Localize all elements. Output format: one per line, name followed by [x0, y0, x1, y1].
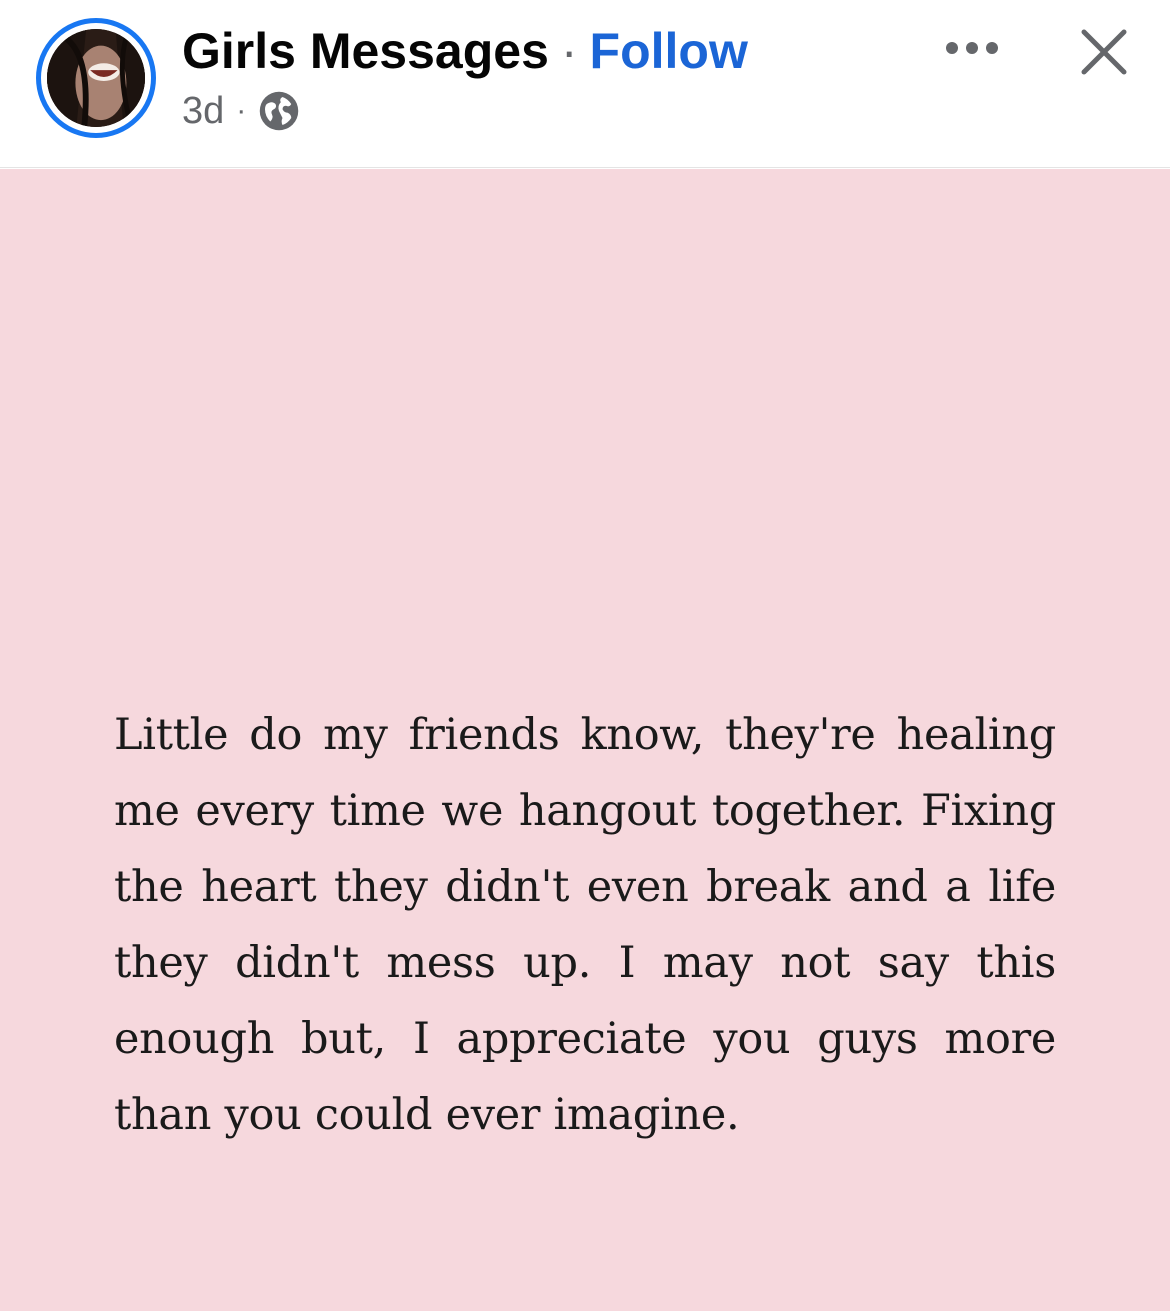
- globe-icon: [260, 91, 299, 131]
- post-header: Girls Messages · Follow 3d ·: [0, 0, 1170, 168]
- post-title-line: Girls Messages · Follow: [182, 20, 748, 82]
- post-image[interactable]: Little do my friends know, they're heali…: [0, 169, 1170, 1311]
- facebook-post: Girls Messages · Follow 3d · Little do m…: [0, 0, 1170, 1311]
- post-meta: 3d ·: [182, 88, 300, 134]
- avatar[interactable]: [47, 29, 145, 127]
- title-separator: ·: [560, 23, 578, 79]
- page-name-link[interactable]: Girls Messages: [182, 22, 549, 80]
- follow-button[interactable]: Follow: [590, 22, 748, 80]
- avatar-photo: [47, 29, 145, 127]
- more-horizontal-icon[interactable]: [940, 30, 1004, 66]
- avatar-story-ring[interactable]: [36, 18, 156, 138]
- meta-separator: ·: [236, 94, 247, 127]
- post-timestamp[interactable]: 3d: [182, 90, 224, 133]
- close-icon[interactable]: [1074, 22, 1134, 82]
- quote-text: Little do my friends know, they're heali…: [114, 710, 1056, 1140]
